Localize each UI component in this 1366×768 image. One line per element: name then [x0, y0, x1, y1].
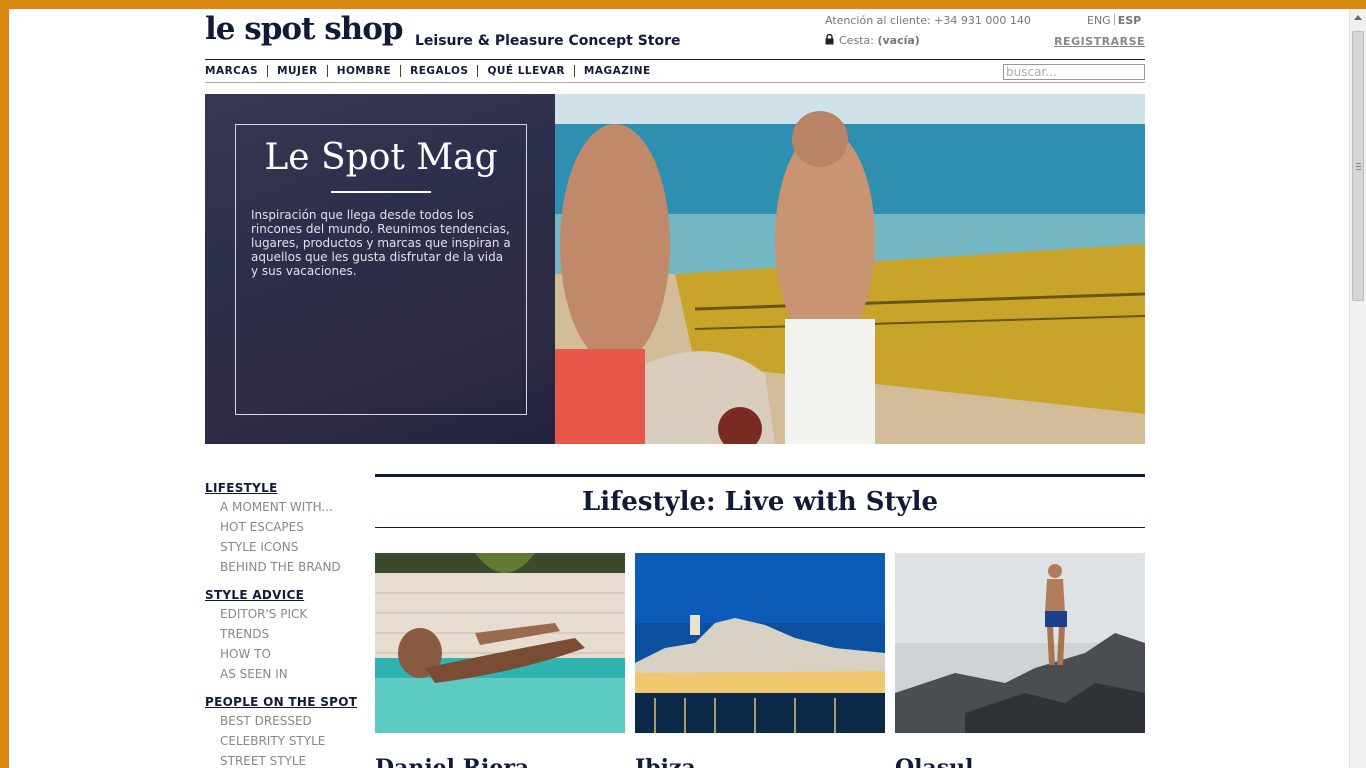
sidebar-item-behind-the-brand[interactable]: BEHIND THE BRAND [205, 557, 365, 577]
lang-eng-link[interactable]: ENG [1087, 14, 1111, 27]
sidebar-section-lifestyle: LIFESTYLE A MOMENT WITH... HOT ESCAPES S… [205, 479, 365, 577]
nav-item-mujer[interactable]: MUJER [267, 65, 327, 77]
language-switcher: ENG ESP [1087, 14, 1141, 27]
nav-item-que-llevar[interactable]: QUÉ LLEVAR [477, 65, 573, 77]
article-image-olasul[interactable] [895, 553, 1145, 733]
hero-banner[interactable]: Le Spot Mag Inspiración que llega desde … [205, 94, 1145, 444]
cart-label: Cesta: [839, 34, 874, 47]
nav-item-magazine[interactable]: MAGAZINE [573, 65, 660, 77]
article-title[interactable]: Olasul [895, 755, 1145, 768]
article-card-ibiza[interactable]: Ibiza [635, 553, 885, 768]
article-image-ibiza-night[interactable] [635, 553, 885, 733]
sidebar-item-editors-pick[interactable]: EDITOR'S PICK [205, 604, 365, 624]
cart-summary[interactable]: Cesta: (vacía) [825, 34, 920, 47]
hero-text-box: Le Spot Mag Inspiración que llega desde … [235, 124, 527, 415]
article-title[interactable]: Daniel Riera [375, 755, 625, 768]
site-logo[interactable]: le spot shop [205, 11, 404, 47]
customer-service-phone: Atención al cliente: +34 931 000 140 [825, 14, 1031, 27]
magazine-sidebar: LIFESTYLE A MOMENT WITH... HOT ESCAPES S… [205, 479, 365, 768]
cart-status: (vacía) [877, 34, 920, 47]
sidebar-item-as-seen-in[interactable]: AS SEEN IN [205, 664, 365, 684]
scroll-grip-line [1356, 166, 1361, 167]
sidebar-item-style-icons[interactable]: STYLE ICONS [205, 537, 365, 557]
nav-item-hombre[interactable]: HOMBRE [326, 65, 400, 77]
article-card-olasul[interactable]: Olasul [895, 553, 1145, 768]
page-container: le spot shop Leisure & Pleasure Concept … [205, 9, 1145, 768]
article-title[interactable]: Ibiza [635, 755, 885, 768]
nav-item-marcas[interactable]: MARCAS [205, 65, 267, 77]
hero-description: Inspiración que llega desde todos los ri… [251, 208, 511, 278]
search-input[interactable] [1003, 64, 1145, 80]
hero-divider [331, 191, 431, 193]
scroll-up-arrow-icon[interactable] [1354, 15, 1362, 20]
sidebar-item-celebrity-style[interactable]: CELEBRITY STYLE [205, 731, 365, 751]
sidebar-item-a-moment-with[interactable]: A MOMENT WITH... [205, 497, 365, 517]
article-card-daniel-riera[interactable]: Daniel Riera [375, 553, 625, 768]
sidebar-item-best-dressed[interactable]: BEST DRESSED [205, 711, 365, 731]
sidebar-section-style-advice: STYLE ADVICE EDITOR'S PICK TRENDS HOW TO… [205, 586, 365, 684]
article-image-pool[interactable] [375, 553, 625, 733]
hero-photo-surfers [555, 94, 1145, 444]
sidebar-heading-lifestyle[interactable]: LIFESTYLE [205, 479, 365, 497]
sidebar-heading-people-on-the-spot[interactable]: PEOPLE ON THE SPOT [205, 693, 365, 711]
hero-title: Le Spot Mag [264, 137, 498, 178]
section-title: Lifestyle: Live with Style [581, 487, 939, 517]
scroll-grip-line [1356, 163, 1361, 164]
lock-icon [825, 34, 834, 45]
nav-item-regalos[interactable]: REGALOS [400, 65, 477, 77]
browser-viewport: le spot shop Leisure & Pleasure Concept … [9, 9, 1349, 768]
nav-list: MARCAS MUJER HOMBRE REGALOS QUÉ LLEVAR M… [205, 65, 660, 77]
sidebar-item-hot-escapes[interactable]: HOT ESCAPES [205, 517, 365, 537]
sidebar-item-how-to[interactable]: HOW TO [205, 644, 365, 664]
section-header: Lifestyle: Live with Style [375, 474, 1145, 528]
sidebar-item-street-style[interactable]: STREET STYLE [205, 751, 365, 768]
scroll-thumb[interactable] [1352, 31, 1364, 301]
sidebar-section-people-on-the-spot: PEOPLE ON THE SPOT BEST DRESSED CELEBRIT… [205, 693, 365, 768]
sidebar-heading-style-advice[interactable]: STYLE ADVICE [205, 586, 365, 604]
site-tagline: Leisure & Pleasure Concept Store [415, 33, 681, 49]
lang-divider [1113, 14, 1115, 25]
page-scrollbar[interactable] [1349, 9, 1366, 768]
register-link[interactable]: REGISTRARSE [1054, 35, 1145, 48]
lang-esp-link[interactable]: ESP [1118, 14, 1142, 27]
main-nav: MARCAS MUJER HOMBRE REGALOS QUÉ LLEVAR M… [205, 59, 1145, 83]
scroll-grip-line [1356, 169, 1361, 170]
sidebar-item-trends[interactable]: TRENDS [205, 624, 365, 644]
